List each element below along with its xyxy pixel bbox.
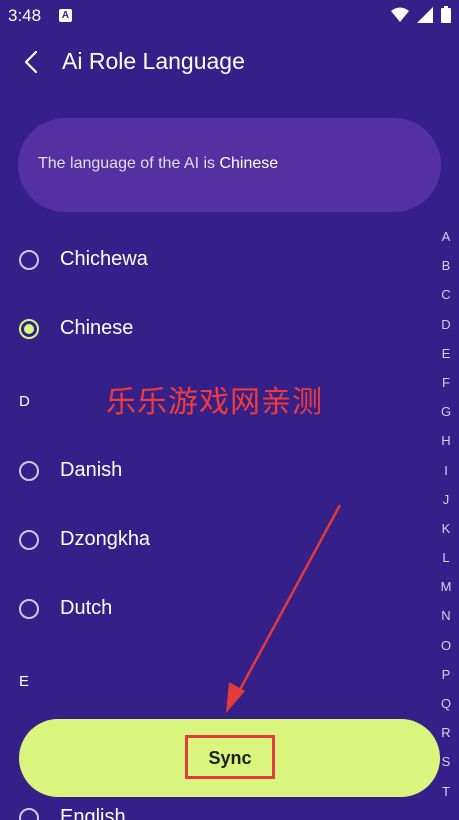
index-letter[interactable]: F <box>435 368 457 397</box>
current-language-value: Chinese <box>219 155 279 172</box>
current-language-prefix: The language of the AI is <box>38 155 220 172</box>
index-letter[interactable]: C <box>435 280 457 309</box>
wifi-icon <box>391 7 409 22</box>
index-letter[interactable]: A <box>435 222 457 251</box>
section-header: E <box>19 673 30 690</box>
language-option[interactable]: Danish <box>0 443 420 503</box>
index-letter[interactable]: I <box>435 456 457 485</box>
section-header: D <box>19 393 30 410</box>
radio-button[interactable] <box>19 808 39 820</box>
index-letter[interactable]: E <box>435 339 457 368</box>
language-option[interactable]: Dzongkha <box>0 512 420 572</box>
signal-icon <box>417 6 433 23</box>
radio-button[interactable] <box>19 599 39 619</box>
index-letter[interactable]: Q <box>435 689 457 718</box>
radio-button-checked[interactable] <box>19 319 39 339</box>
watermark-text: 乐乐游戏网亲测 <box>106 385 323 420</box>
language-label: Chinese <box>60 317 134 339</box>
radio-button[interactable] <box>19 530 39 550</box>
index-letter[interactable]: M <box>435 572 457 601</box>
index-letter[interactable]: P <box>435 660 457 689</box>
radio-button[interactable] <box>19 250 39 270</box>
status-bar: 3:48 A <box>0 0 459 32</box>
language-option-selected[interactable]: Chinese <box>0 301 420 361</box>
index-letter[interactable]: O <box>435 631 457 660</box>
status-time: 3:48 <box>8 6 42 25</box>
language-label: Chichewa <box>60 248 148 270</box>
app-bar: Ai Role Language <box>0 32 459 92</box>
index-letter[interactable]: R <box>435 718 457 747</box>
language-option[interactable]: Dutch <box>0 581 420 641</box>
index-letter[interactable]: B <box>435 251 457 280</box>
language-label: Dutch <box>60 597 113 619</box>
status-icons <box>391 6 451 23</box>
annotation-highlight-box: Sync <box>185 735 275 779</box>
index-letter[interactable]: G <box>435 397 457 426</box>
sync-button[interactable]: Sync <box>19 719 440 797</box>
index-letter[interactable]: K <box>435 514 457 543</box>
battery-icon <box>441 6 451 23</box>
radio-button[interactable] <box>19 461 39 481</box>
current-language-text: The language of the AI is Chinese <box>38 155 278 173</box>
page-title: Ai Role Language <box>62 48 245 74</box>
notification-a-icon: A <box>59 9 72 22</box>
language-option[interactable]: English <box>0 800 420 820</box>
current-language-card: The language of the AI is Chinese <box>18 118 441 212</box>
language-label: Dzongkha <box>60 528 151 550</box>
language-label: Danish <box>60 459 123 481</box>
index-letter[interactable]: D <box>435 310 457 339</box>
alphabet-index-bar[interactable]: A B C D E F G H I J K L M N O P Q R S T <box>435 222 457 806</box>
index-letter[interactable]: H <box>435 426 457 455</box>
index-letter[interactable]: N <box>435 601 457 630</box>
sync-label: Sync <box>208 748 252 768</box>
index-letter[interactable]: J <box>435 485 457 514</box>
language-option[interactable]: Chichewa <box>0 232 420 292</box>
language-label: English <box>60 806 126 820</box>
chevron-left-icon[interactable] <box>18 48 46 76</box>
index-letter[interactable]: T <box>435 777 457 806</box>
index-letter[interactable]: L <box>435 543 457 572</box>
